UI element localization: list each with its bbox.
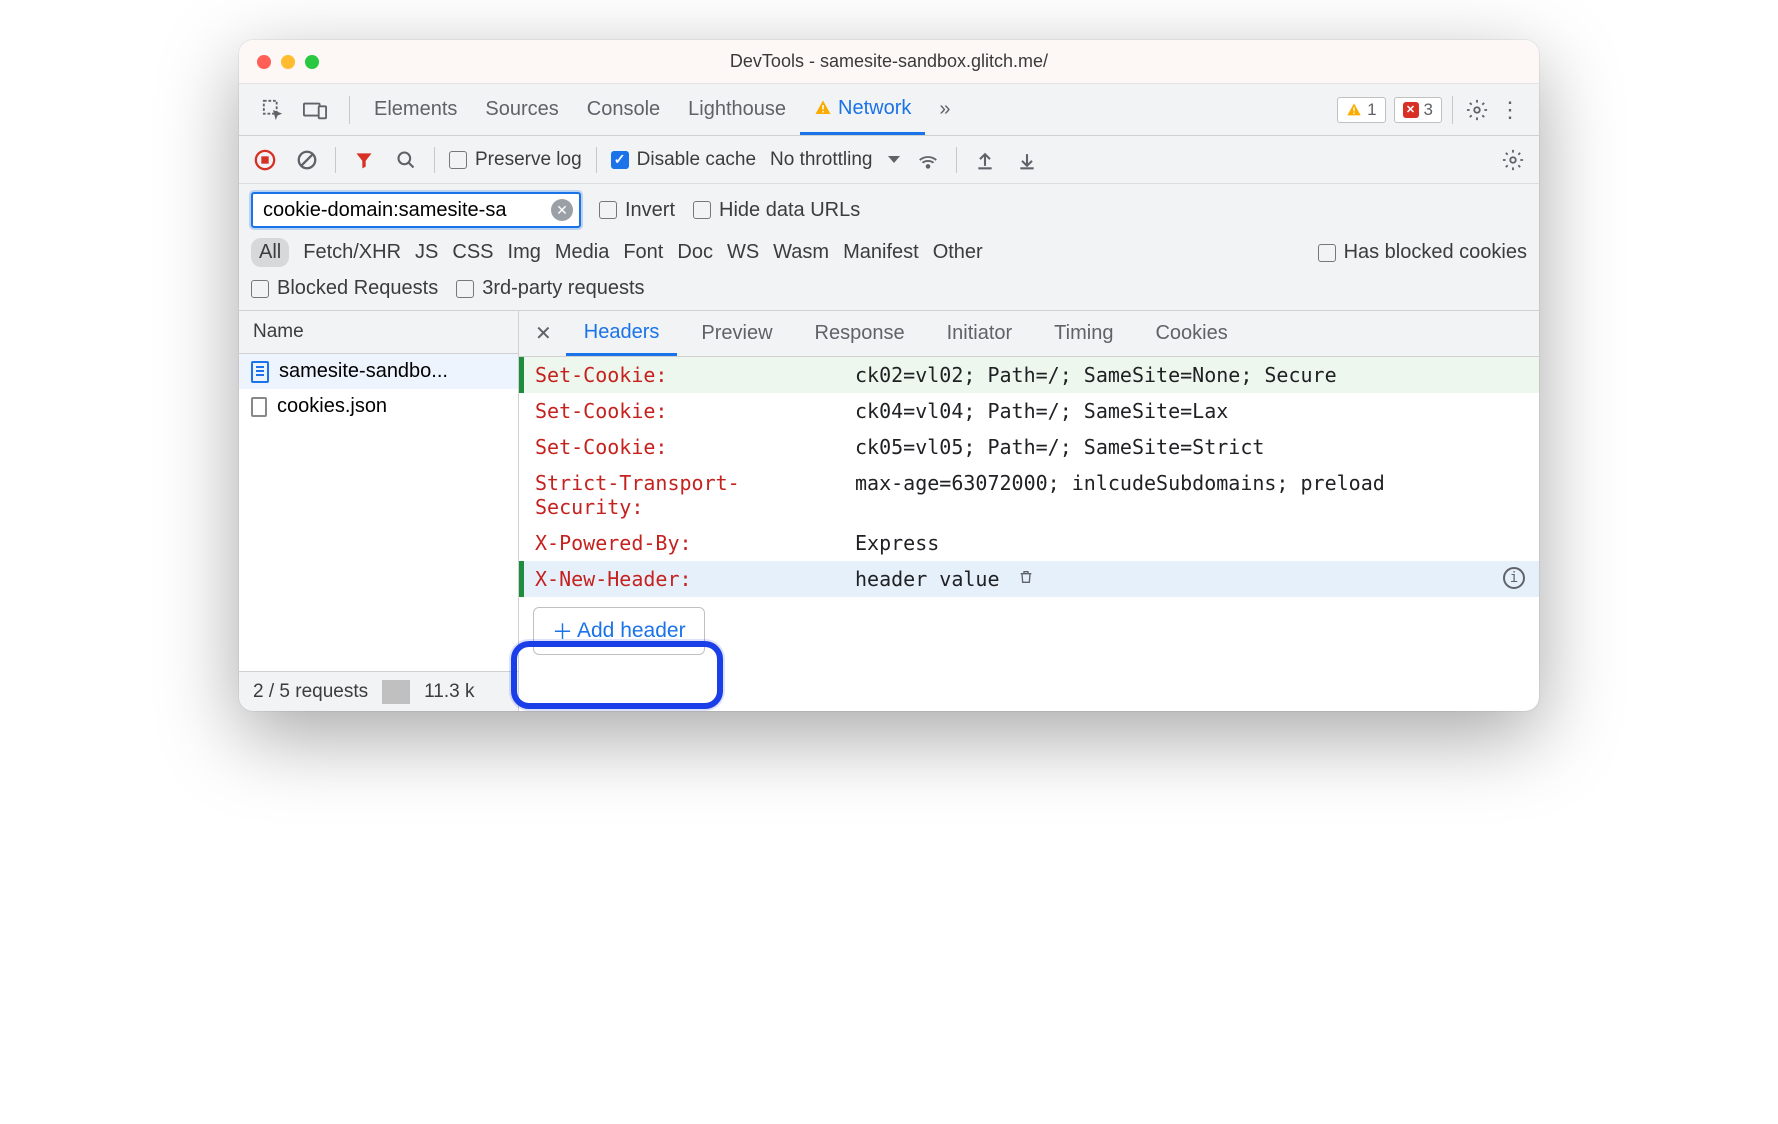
transfer-size: 11.3 k: [410, 681, 488, 703]
type-media[interactable]: Media: [555, 241, 609, 264]
preserve-log-checkbox[interactable]: Preserve log: [449, 149, 582, 171]
request-name: samesite-sandbo...: [279, 360, 448, 383]
errors-badge[interactable]: ✕3: [1394, 97, 1442, 123]
header-name: Set-Cookie:: [535, 435, 845, 459]
detail-tab-timing[interactable]: Timing: [1036, 311, 1131, 356]
hide-data-urls-checkbox[interactable]: Hide data URLs: [693, 199, 860, 222]
tabs-overflow[interactable]: »: [925, 84, 964, 135]
detail-panel: ✕ Headers Preview Response Initiator Tim…: [519, 311, 1539, 711]
third-party-checkbox[interactable]: 3rd-party requests: [456, 277, 644, 300]
header-name: Strict-Transport-Security:: [535, 471, 845, 519]
network-toolbar: Preserve log ✓Disable cache No throttlin…: [239, 136, 1539, 184]
more-menu-icon[interactable]: ⋮: [1491, 97, 1529, 123]
content-split: Name samesite-sandbo... cookies.json 2 /…: [239, 311, 1539, 711]
header-row[interactable]: Set-Cookie: ck05=vl05; Path=/; SameSite=…: [519, 429, 1539, 465]
request-row[interactable]: cookies.json: [239, 389, 518, 424]
devtools-window: DevTools - samesite-sandbox.glitch.me/ E…: [239, 40, 1539, 711]
info-icon[interactable]: i: [1503, 567, 1525, 589]
type-css[interactable]: CSS: [452, 241, 493, 264]
panel-settings-gear-icon[interactable]: [1499, 146, 1527, 174]
filter-text-field[interactable]: [263, 199, 551, 222]
detail-tabbar: ✕ Headers Preview Response Initiator Tim…: [519, 311, 1539, 357]
inspect-element-icon[interactable]: [259, 96, 287, 124]
type-fetch-xhr[interactable]: Fetch/XHR: [303, 241, 401, 264]
panel-tabbar: Elements Sources Console Lighthouse Netw…: [239, 84, 1539, 136]
header-name: Set-Cookie:: [535, 399, 845, 423]
download-har-icon[interactable]: [1013, 146, 1041, 174]
device-toggle-icon[interactable]: [301, 96, 329, 124]
header-row[interactable]: X-Powered-By: Express: [519, 525, 1539, 561]
close-detail-icon[interactable]: ✕: [527, 321, 560, 346]
tab-elements[interactable]: Elements: [360, 84, 471, 135]
throttling-select[interactable]: No throttling: [770, 149, 900, 171]
header-row-editing[interactable]: X-New-Header: header value i: [519, 561, 1539, 597]
status-bar: 2 / 5 requests 11.3 k: [239, 671, 518, 711]
type-doc[interactable]: Doc: [677, 241, 713, 264]
header-row[interactable]: Strict-Transport-Security: max-age=63072…: [519, 465, 1539, 525]
header-row[interactable]: Set-Cookie: ck04=vl04; Path=/; SameSite=…: [519, 393, 1539, 429]
add-header-area: ＋Add header: [519, 597, 1539, 671]
type-img[interactable]: Img: [508, 241, 541, 264]
search-icon[interactable]: [392, 146, 420, 174]
headers-view: Set-Cookie: ck02=vl02; Path=/; SameSite=…: [519, 357, 1539, 711]
titlebar: DevTools - samesite-sandbox.glitch.me/: [239, 40, 1539, 84]
blocked-requests-checkbox[interactable]: Blocked Requests: [251, 277, 438, 300]
window-title: DevTools - samesite-sandbox.glitch.me/: [239, 51, 1539, 72]
column-header-name[interactable]: Name: [239, 311, 518, 354]
filter-bar: ✕ Invert Hide data URLs All Fetch/XHR JS…: [239, 184, 1539, 311]
chevron-down-icon: [888, 156, 900, 163]
header-name[interactable]: X-New-Header:: [535, 567, 845, 591]
type-ws[interactable]: WS: [727, 241, 759, 264]
warning-icon: [814, 99, 832, 117]
request-name: cookies.json: [277, 395, 387, 418]
detail-tab-headers[interactable]: Headers: [566, 311, 678, 356]
header-value: max-age=63072000; inlcudeSubdomains; pre…: [855, 471, 1523, 495]
header-name: Set-Cookie:: [535, 363, 845, 387]
upload-har-icon[interactable]: [971, 146, 999, 174]
invert-checkbox[interactable]: Invert: [599, 199, 675, 222]
detail-tab-initiator[interactable]: Initiator: [929, 311, 1031, 356]
header-value[interactable]: header value: [855, 567, 1523, 591]
clear-filter-icon[interactable]: ✕: [551, 199, 573, 221]
type-other[interactable]: Other: [933, 241, 983, 264]
add-header-button[interactable]: ＋Add header: [533, 607, 705, 655]
request-list-panel: Name samesite-sandbo... cookies.json 2 /…: [239, 311, 519, 711]
document-icon: [251, 361, 269, 383]
type-wasm[interactable]: Wasm: [773, 241, 829, 264]
type-js[interactable]: JS: [415, 241, 438, 264]
disable-cache-checkbox[interactable]: ✓Disable cache: [611, 149, 756, 171]
detail-tab-preview[interactable]: Preview: [683, 311, 790, 356]
tab-lighthouse[interactable]: Lighthouse: [674, 84, 800, 135]
detail-tab-response[interactable]: Response: [797, 311, 923, 356]
detail-tab-cookies[interactable]: Cookies: [1137, 311, 1245, 356]
type-manifest[interactable]: Manifest: [843, 241, 919, 264]
request-row[interactable]: samesite-sandbo...: [239, 354, 518, 389]
type-font[interactable]: Font: [623, 241, 663, 264]
tab-console[interactable]: Console: [573, 84, 674, 135]
warnings-badge[interactable]: 1: [1337, 97, 1385, 123]
clear-icon[interactable]: [293, 146, 321, 174]
record-stop-icon[interactable]: [251, 146, 279, 174]
request-list: samesite-sandbo... cookies.json: [239, 354, 518, 671]
tab-network[interactable]: Network: [800, 84, 925, 135]
network-conditions-icon[interactable]: [914, 146, 942, 174]
blocked-cookies-checkbox[interactable]: Has blocked cookies: [1318, 241, 1527, 264]
header-value: ck04=vl04; Path=/; SameSite=Lax: [855, 399, 1523, 423]
tab-sources[interactable]: Sources: [471, 84, 572, 135]
header-name: X-Powered-By:: [535, 531, 845, 555]
settings-gear-icon[interactable]: [1463, 96, 1491, 124]
filter-funnel-icon[interactable]: [350, 146, 378, 174]
plus-icon: ＋: [552, 616, 573, 646]
request-count: 2 / 5 requests: [239, 681, 382, 703]
file-icon: [251, 397, 267, 417]
type-all[interactable]: All: [251, 238, 289, 267]
header-row[interactable]: Set-Cookie: ck02=vl02; Path=/; SameSite=…: [519, 357, 1539, 393]
header-value: Express: [855, 531, 1523, 555]
header-value: ck05=vl05; Path=/; SameSite=Strict: [855, 435, 1523, 459]
trash-icon[interactable]: [1018, 570, 1034, 591]
filter-input[interactable]: ✕: [251, 192, 581, 228]
header-value: ck02=vl02; Path=/; SameSite=None; Secure: [855, 363, 1523, 387]
